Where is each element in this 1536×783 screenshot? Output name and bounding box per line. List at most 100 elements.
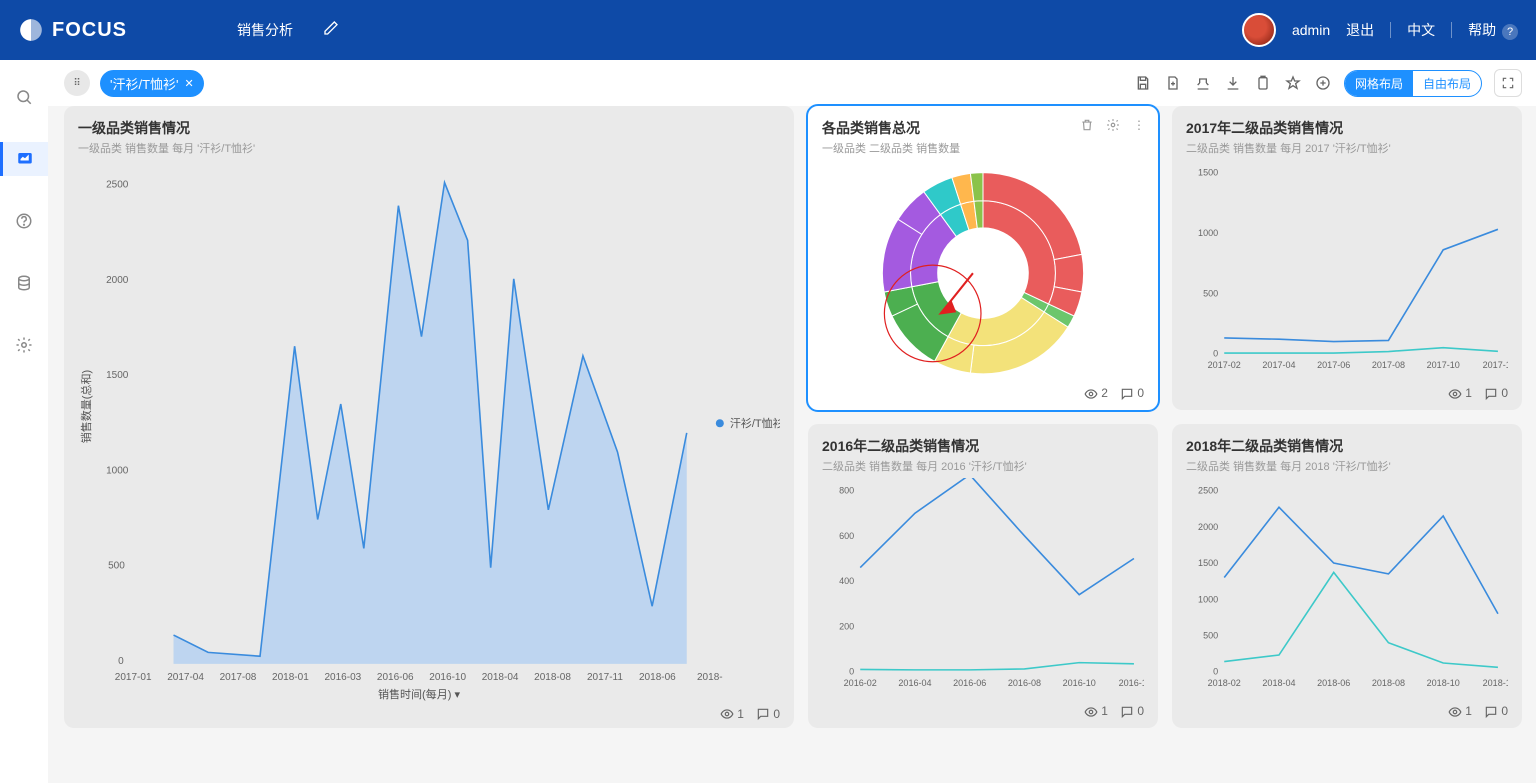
panel-2018-sales: 2018年二级品类销售情况 二级品类 销售数量 每月 2018 '汗衫/T恤衫'… xyxy=(1172,424,1522,728)
avatar[interactable] xyxy=(1242,13,1276,47)
svg-text:800: 800 xyxy=(839,486,854,496)
language-link[interactable]: 中文 xyxy=(1407,20,1435,40)
svg-text:0: 0 xyxy=(1213,349,1218,359)
grip-icon[interactable]: ⠿ xyxy=(64,70,90,96)
share-icon[interactable] xyxy=(1194,74,1212,92)
svg-text:2017-01: 2017-01 xyxy=(115,672,152,683)
comments-stat: 0 xyxy=(1484,386,1508,401)
close-icon[interactable]: ✕ xyxy=(185,77,194,90)
svg-text:2016-10: 2016-10 xyxy=(1063,678,1096,688)
svg-text:2016-04: 2016-04 xyxy=(898,678,931,688)
svg-text:2018-04: 2018-04 xyxy=(1262,678,1295,688)
svg-text:2016-1.: 2016-1. xyxy=(1119,678,1144,688)
filter-chip[interactable]: '汗衫/T恤衫' ✕ xyxy=(100,70,204,97)
username[interactable]: admin xyxy=(1292,22,1330,38)
svg-text:2018-01: 2018-01 xyxy=(272,672,309,683)
svg-text:2018-06: 2018-06 xyxy=(1317,678,1350,688)
panel-2017-sales: 2017年二级品类销售情况 二级品类 销售数量 每月 2017 '汗衫/T恤衫'… xyxy=(1172,106,1522,410)
svg-text:2018-02: 2018-02 xyxy=(1208,678,1241,688)
delete-icon[interactable] xyxy=(1078,116,1096,134)
svg-text:2016-06: 2016-06 xyxy=(953,678,986,688)
svg-text:1500: 1500 xyxy=(1198,558,1218,568)
fullscreen-icon[interactable] xyxy=(1494,69,1522,97)
layout-toggle[interactable]: 网格布局自由布局 xyxy=(1344,70,1482,97)
app-logo[interactable]: FOCUS xyxy=(18,17,127,43)
svg-text:500: 500 xyxy=(1203,288,1218,298)
svg-text:2017-02: 2017-02 xyxy=(1208,360,1241,370)
panel-subtitle: 一级品类 二级品类 销售数量 xyxy=(822,140,1144,156)
views-stat: 1 xyxy=(720,707,744,722)
sidebar-search[interactable] xyxy=(0,80,48,114)
area-chart[interactable]: 05001000150020002500 销售数量(总和) 2017-01201… xyxy=(78,160,780,707)
logout-link[interactable]: 退出 xyxy=(1346,20,1374,40)
svg-text:2018-: 2018- xyxy=(697,672,723,683)
views-stat: 1 xyxy=(1448,704,1472,719)
clipboard-icon[interactable] xyxy=(1254,74,1272,92)
sidebar-settings[interactable] xyxy=(0,328,48,362)
panel-all-category-summary: 各品类销售总况 一级品类 二级品类 销售数量 ⋮ xyxy=(808,106,1158,410)
line-chart[interactable]: 050010001500200025002018-022018-042018-0… xyxy=(1186,478,1508,704)
download-icon[interactable] xyxy=(1224,74,1242,92)
svg-text:400: 400 xyxy=(839,576,854,586)
divider xyxy=(1390,22,1391,38)
panel-subtitle: 二级品类 销售数量 每月 2017 '汗衫/T恤衫' xyxy=(1186,140,1508,156)
comments-stat: 0 xyxy=(1484,704,1508,719)
svg-text:2018-08: 2018-08 xyxy=(534,672,571,683)
panel-title: 2018年二级品类销售情况 xyxy=(1186,436,1508,456)
edit-icon[interactable] xyxy=(323,20,339,41)
gear-icon[interactable] xyxy=(1104,116,1122,134)
svg-text:2016-06: 2016-06 xyxy=(377,672,414,683)
views-stat: 2 xyxy=(1084,386,1108,401)
svg-text:销售数量(总和): 销售数量(总和) xyxy=(79,370,93,443)
svg-text:500: 500 xyxy=(108,561,125,572)
panel-subtitle: 一级品类 销售数量 每月 '汗衫/T恤衫' xyxy=(78,140,780,156)
nav-sales-analysis[interactable]: 销售分析 xyxy=(237,20,293,40)
svg-text:2018-04: 2018-04 xyxy=(482,672,519,683)
save-icon[interactable] xyxy=(1134,74,1152,92)
svg-text:2018-10: 2018-10 xyxy=(1427,678,1460,688)
more-icon[interactable]: ⋮ xyxy=(1130,116,1148,134)
chip-label: '汗衫/T恤衫' xyxy=(110,74,179,93)
line-chart[interactable]: 0500100015002017-022017-042017-062017-08… xyxy=(1186,160,1508,386)
panel-2016-sales: 2016年二级品类销售情况 二级品类 销售数量 每月 2016 '汗衫/T恤衫'… xyxy=(808,424,1158,728)
help-link[interactable]: 帮助 ? xyxy=(1468,20,1518,40)
svg-text:1500: 1500 xyxy=(1198,168,1218,178)
sunburst-chart[interactable] xyxy=(822,160,1144,386)
sidebar-dashboard[interactable] xyxy=(0,142,48,176)
add-icon[interactable] xyxy=(1314,74,1332,92)
svg-text:600: 600 xyxy=(839,531,854,541)
sidebar-help[interactable] xyxy=(0,204,48,238)
panel-title: 2017年二级品类销售情况 xyxy=(1186,118,1508,138)
svg-text:2000: 2000 xyxy=(106,275,129,286)
svg-text:2500: 2500 xyxy=(106,180,129,191)
svg-text:2500: 2500 xyxy=(1198,486,1218,496)
panel-title: 一级品类销售情况 xyxy=(78,118,780,138)
line-chart[interactable]: 02004006008002016-022016-042016-062016-0… xyxy=(822,478,1144,704)
svg-text:2017-1.: 2017-1. xyxy=(1483,360,1508,370)
panel-subtitle: 二级品类 销售数量 每月 2016 '汗衫/T恤衫' xyxy=(822,458,1144,474)
annotation-arrow xyxy=(941,273,973,313)
svg-text:2018-1.: 2018-1. xyxy=(1483,678,1508,688)
svg-text:2017-04: 2017-04 xyxy=(167,672,204,683)
sidebar-data[interactable] xyxy=(0,266,48,300)
svg-text:2016-03: 2016-03 xyxy=(324,672,361,683)
panel-subtitle: 二级品类 销售数量 每月 2018 '汗衫/T恤衫' xyxy=(1186,458,1508,474)
new-doc-icon[interactable] xyxy=(1164,74,1182,92)
star-icon[interactable] xyxy=(1284,74,1302,92)
svg-text:2017-10: 2017-10 xyxy=(1427,360,1460,370)
svg-text:2017-08: 2017-08 xyxy=(220,672,257,683)
svg-text:2000: 2000 xyxy=(1198,522,1218,532)
svg-text:销售时间(每月) ▾: 销售时间(每月) ▾ xyxy=(378,687,460,701)
svg-text:2016-08: 2016-08 xyxy=(1008,678,1041,688)
svg-text:2018-06: 2018-06 xyxy=(639,672,676,683)
svg-text:1000: 1000 xyxy=(1198,594,1218,604)
app-name: FOCUS xyxy=(52,19,127,42)
toolbar: ⠿ '汗衫/T恤衫' ✕ 网格布局自由布局 xyxy=(48,60,1536,106)
svg-text:200: 200 xyxy=(839,621,854,631)
svg-text:2017-06: 2017-06 xyxy=(1317,360,1350,370)
layout-free-option[interactable]: 自由布局 xyxy=(1413,71,1481,96)
svg-text:2017-08: 2017-08 xyxy=(1372,360,1405,370)
comments-stat: 0 xyxy=(1120,386,1144,401)
svg-text:0: 0 xyxy=(118,656,124,667)
layout-grid-option[interactable]: 网格布局 xyxy=(1345,71,1413,96)
